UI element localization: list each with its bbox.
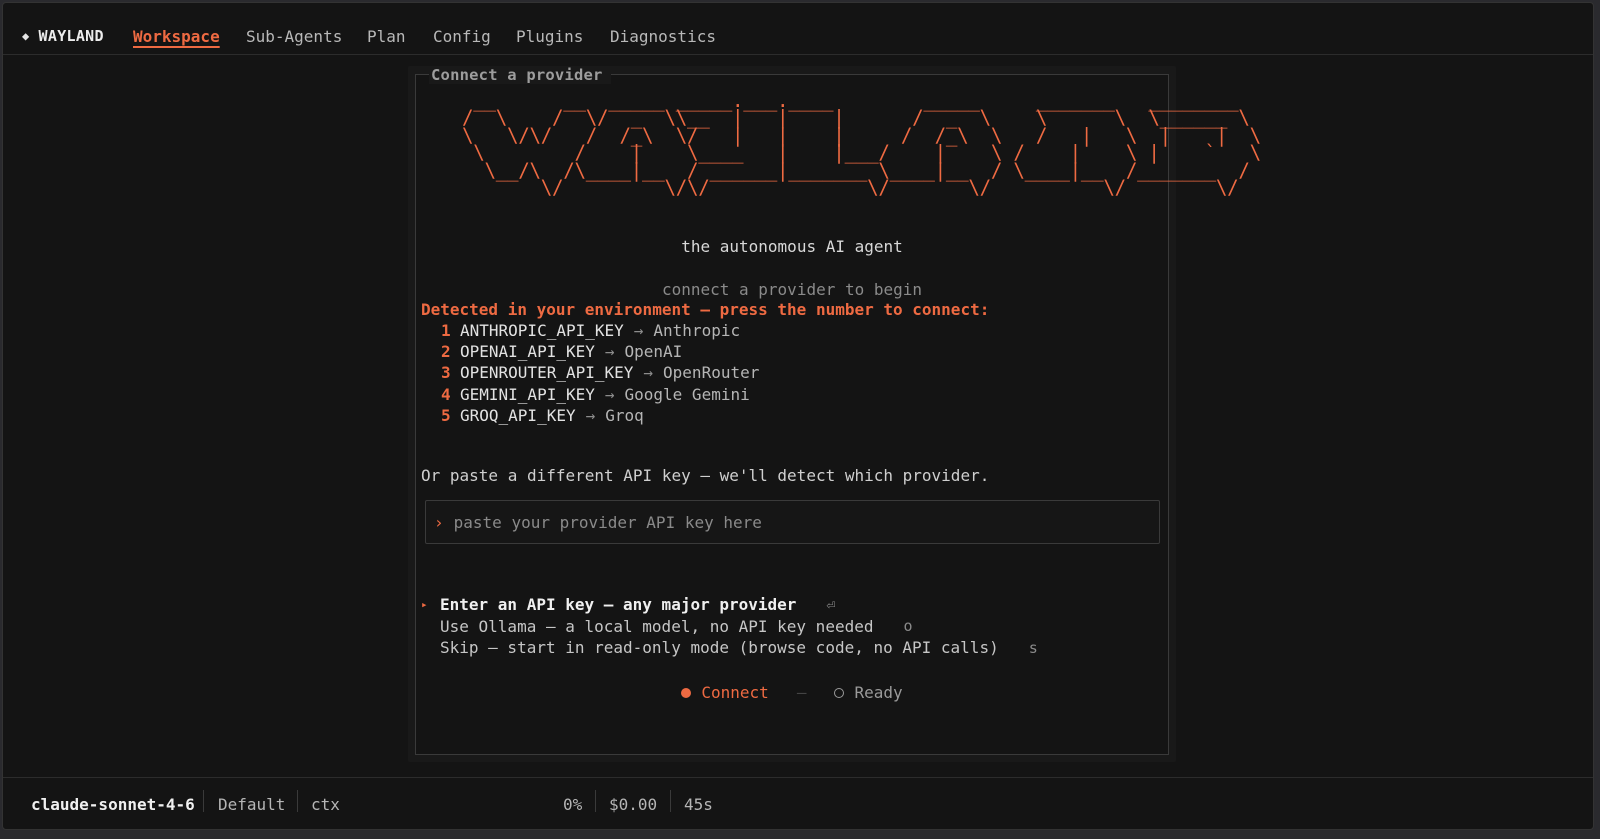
env-key-name: ANTHROPIC_API_KEY [460, 321, 624, 340]
env-key-list: 1 ANTHROPIC_API_KEY → Anthropic 2 OPENAI… [441, 321, 759, 427]
arrow-right-icon: → [643, 363, 654, 383]
arrow-right-icon: → [585, 405, 596, 425]
option-label: Use Ollama — a local model, no API key n… [440, 616, 874, 636]
status-divider [297, 790, 298, 812]
provider-name: OpenRouter [663, 363, 760, 383]
arrow-right-icon: → [633, 321, 644, 340]
step-separator: — [796, 683, 807, 702]
option-enter-api-key[interactable]: ▸ Enter an API key — any major provider … [421, 594, 1038, 616]
arrow-right-icon: → [604, 384, 615, 404]
empty-circle-icon [834, 687, 845, 698]
option-number: 1 [441, 321, 451, 340]
step-ready: Ready [834, 683, 903, 702]
option-label: Enter an API key — any major provider [440, 595, 797, 615]
subtagline: connect a provider to begin [661, 280, 923, 299]
status-divider [670, 790, 671, 812]
env-key-option-gemini[interactable]: 4 GEMINI_API_KEY → Google Gemini [441, 385, 759, 406]
ctx-percent: 0% [563, 795, 583, 814]
option-number: 2 [441, 342, 451, 362]
status-bar: claude-sonnet-4-6 Default ctx 0% $0.00 4… [3, 777, 1593, 829]
enter-key-icon: ⏎ [826, 595, 836, 614]
detected-heading: Detected in your environment — press the… [421, 300, 990, 319]
env-key-option-anthropic[interactable]: 1 ANTHROPIC_API_KEY → Anthropic [441, 321, 759, 342]
brand-name: WAYLAND [38, 27, 104, 45]
env-key-option-openrouter[interactable]: 3 OPENROUTER_API_KEY → OpenRouter [441, 363, 759, 384]
tab-diagnostics[interactable]: Diagnostics [610, 27, 716, 46]
shortcut-hint: o [903, 617, 913, 636]
diamond-icon: ◆ [22, 29, 30, 43]
status-divider [595, 790, 596, 812]
env-key-option-openai[interactable]: 2 OPENAI_API_KEY → OpenAI [441, 342, 759, 363]
env-key-name: GEMINI_API_KEY [460, 384, 595, 404]
provider-name: Anthropic [653, 321, 741, 340]
env-key-name: GROQ_API_KEY [460, 405, 576, 425]
selected-marker-icon: ▸ [421, 598, 428, 612]
status-divider [203, 790, 204, 812]
mode-label[interactable]: Default [218, 795, 285, 814]
connect-options: ▸ Enter an API key — any major provider … [421, 594, 1038, 659]
shortcut-hint: s [1028, 638, 1038, 657]
env-key-option-groq[interactable]: 5 GROQ_API_KEY → Groq [441, 406, 759, 427]
progress-steps: Connect — Ready [415, 683, 1169, 702]
option-label: Skip — start in read-only mode (browse c… [440, 638, 999, 658]
provider-name: Groq [605, 405, 644, 425]
api-key-input-box[interactable]: › [425, 500, 1160, 544]
api-key-input[interactable] [453, 512, 1134, 532]
option-number: 3 [441, 363, 451, 383]
elapsed-time: 45s [684, 795, 713, 814]
paste-instructions: Or paste a different API key — we'll det… [421, 466, 990, 485]
tab-config[interactable]: Config [433, 27, 491, 46]
ascii-logo: __ __ _____ _____.___.____ _____ _______… [462, 89, 1261, 200]
option-skip[interactable]: Skip — start in read-only mode (browse c… [421, 637, 1038, 659]
step-label: Connect [701, 683, 769, 702]
env-key-name: OPENAI_API_KEY [460, 342, 595, 362]
tab-sub-agents[interactable]: Sub-Agents [246, 27, 342, 46]
filled-circle-icon [681, 687, 692, 698]
env-key-name: OPENROUTER_API_KEY [460, 363, 634, 383]
provider-name: OpenAI [624, 342, 683, 362]
step-label: Ready [854, 683, 903, 702]
cost-value: $0.00 [609, 795, 658, 814]
tab-plan[interactable]: Plan [367, 27, 406, 46]
arrow-right-icon: → [604, 342, 615, 362]
top-nav: ◆ WAYLAND Workspace Sub-Agents Plan Conf… [3, 3, 1593, 55]
option-number: 5 [441, 405, 451, 425]
option-number: 4 [441, 384, 451, 404]
model-name[interactable]: claude-sonnet-4-6 [31, 795, 195, 814]
option-use-ollama[interactable]: Use Ollama — a local model, no API key n… [421, 616, 1038, 638]
prompt-chevron-icon: › [434, 512, 444, 532]
step-connect: Connect [681, 683, 769, 702]
panel-title: Connect a provider [429, 66, 611, 84]
provider-name: Google Gemini [624, 384, 750, 404]
ctx-label: ctx [311, 795, 340, 814]
brand: ◆ WAYLAND [22, 27, 104, 45]
tab-workspace[interactable]: Workspace [133, 27, 220, 46]
tagline: the autonomous AI agent [681, 237, 903, 256]
tab-plugins[interactable]: Plugins [516, 27, 583, 46]
